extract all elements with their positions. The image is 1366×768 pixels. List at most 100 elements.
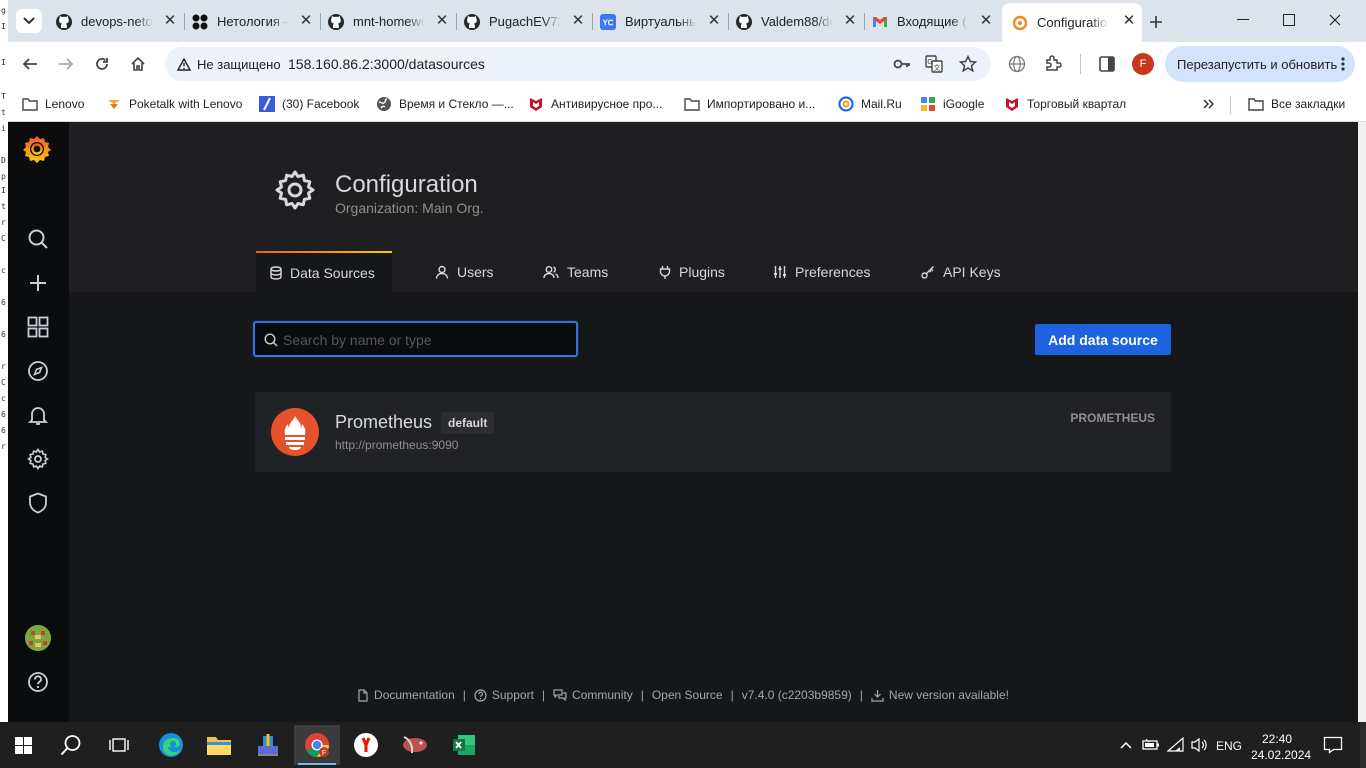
star-icon[interactable] [959,55,977,73]
datasource-type: PROMETHEUS [1070,411,1155,425]
bookmark-imported[interactable]: Импортировано и... [684,93,815,115]
browser-tab-yandex-cloud[interactable]: YC Виртуальные машины ✕ [590,7,727,36]
tab-users[interactable]: Users [421,251,508,292]
tab-search-button[interactable] [16,9,42,33]
browser-tab-devops-netology[interactable]: devops-netology ✕ [46,7,183,36]
show-hidden-icons-button[interactable] [1117,736,1135,754]
bookmark-torgovy-kvartal[interactable]: Торговый квартал [1004,93,1126,115]
profile-avatar[interactable]: F [1132,53,1154,75]
close-icon [1329,14,1341,26]
close-icon[interactable]: ✕ [707,13,721,28]
bookmark-facebook[interactable]: (30) Facebook [259,93,359,115]
search-input[interactable] [283,330,563,350]
alerting-bell-icon[interactable] [26,403,50,427]
translate-icon[interactable]: 文G [925,55,943,73]
browser-tab-mnt-homeworks[interactable]: mnt-homeworks ✕ [318,7,455,36]
battery-icon[interactable] [1142,737,1160,753]
tab-teams[interactable]: Teams [529,251,622,292]
close-icon[interactable]: ✕ [299,13,313,28]
bookmark-antivirus[interactable]: Антивирусное про... [528,93,662,115]
warning-icon [177,57,191,71]
back-button[interactable] [18,52,42,76]
browser-tab-valdem88[interactable]: Valdem88/devops ✕ [726,7,863,36]
language-indicator[interactable]: ENG [1216,739,1242,753]
tab-plugins[interactable]: Plugins [645,251,739,292]
documentation-link[interactable]: Documentation [357,688,455,702]
notifications-button[interactable] [1320,733,1346,757]
forward-button[interactable] [54,52,78,76]
bookmark-vremya-i-steklo[interactable]: Время и Стекло —... [376,93,514,115]
taskbar-edge[interactable] [148,725,194,765]
close-icon[interactable]: ✕ [571,13,585,28]
page-scrollbar[interactable] [1358,122,1366,722]
close-icon[interactable]: ✕ [1122,13,1136,28]
open-source-link[interactable]: Open Source [652,688,723,702]
taskbar-app-fish[interactable] [392,725,438,765]
taskbar-chrome[interactable]: F [294,725,340,765]
tab-preferences[interactable]: Preferences [759,251,884,292]
default-badge: default [441,412,495,434]
close-icon[interactable]: ✕ [163,13,177,28]
globe-icon[interactable] [1008,55,1026,73]
close-icon[interactable]: ✕ [435,13,449,28]
tab-data-sources[interactable]: Data Sources [256,251,392,292]
home-icon [131,56,145,71]
start-button[interactable] [0,725,46,765]
explore-compass-icon[interactable] [26,359,50,383]
taskbar-yandex-browser[interactable] [343,725,389,765]
task-view-button[interactable] [96,725,142,765]
bookmark-poketalk[interactable]: Poketalk with Lenovo [106,93,242,115]
question-circle-icon [474,688,487,702]
add-data-source-button[interactable]: Add data source [1035,324,1171,355]
address-bar[interactable]: Не защищено 158.160.86.2:3000/datasource… [165,47,991,81]
taskbar-file-explorer[interactable] [196,725,242,765]
support-link[interactable]: Support [474,688,534,702]
extensions-icon[interactable] [1044,55,1062,73]
reload-button[interactable] [90,52,114,76]
volume-icon[interactable] [1190,737,1208,753]
windows-taskbar: F ENG 22:40 24.02.2024 [0,722,1366,768]
close-icon[interactable]: ✕ [843,13,857,28]
bookmark-lenovo[interactable]: Lenovo [22,93,84,115]
datasource-search[interactable] [253,321,578,357]
restart-update-button[interactable]: Перезапустить и обновить [1165,46,1355,82]
bookmark-mailru[interactable]: Mail.Ru [838,93,902,115]
community-link[interactable]: Community [553,688,633,702]
clock[interactable]: 22:40 24.02.2024 [1251,731,1311,763]
tab-api-keys[interactable]: API Keys [907,251,1015,292]
user-avatar[interactable] [25,625,51,651]
new-version-link[interactable]: New version available! [871,688,1009,702]
key-icon[interactable] [893,56,911,72]
browser-tab-netology[interactable]: Нетология – образование ✕ [182,7,319,36]
close-icon[interactable]: ✕ [979,13,993,28]
wifi-icon[interactable] [1167,737,1185,753]
profile-initial: F [1139,58,1147,70]
browser-tab-configuration[interactable]: Configuration ✕ [1002,3,1142,42]
search-icon[interactable] [26,227,50,251]
security-indicator[interactable]: Не защищено [171,52,289,76]
close-window-button[interactable] [1312,0,1358,40]
server-admin-shield-icon[interactable] [26,491,50,515]
taskbar-network-app[interactable] [245,725,291,765]
grafana-logo-icon[interactable] [22,134,52,164]
dashboards-icon[interactable] [26,315,50,339]
create-plus-icon[interactable] [26,271,50,295]
tab-label: Preferences [795,263,871,280]
bookmark-igoogle[interactable]: iGoogle [920,93,984,115]
folder-icon [207,737,231,755]
taskbar-excel[interactable] [441,725,487,765]
datasource-card-prometheus[interactable]: Prometheus default http://prometheus:909… [255,392,1171,472]
maximize-button[interactable] [1266,0,1312,40]
browser-tab-gmail[interactable]: Входящие ( ✕ [862,7,999,36]
side-panel-icon[interactable] [1098,55,1116,73]
new-tab-button[interactable] [1144,10,1168,34]
configuration-gear-icon[interactable] [26,447,50,471]
edge-icon [159,733,183,757]
url-text[interactable]: 158.160.86.2:3000/datasources [288,56,485,72]
all-bookmarks[interactable]: Все закладки [1248,93,1345,115]
home-button[interactable] [126,52,150,76]
browser-tab-pugachev72[interactable]: PugachEV72 ✕ [454,7,591,36]
more-bookmarks-button[interactable] [1200,94,1218,114]
minimize-button[interactable] [1220,0,1266,40]
taskbar-search-button[interactable] [48,725,94,765]
